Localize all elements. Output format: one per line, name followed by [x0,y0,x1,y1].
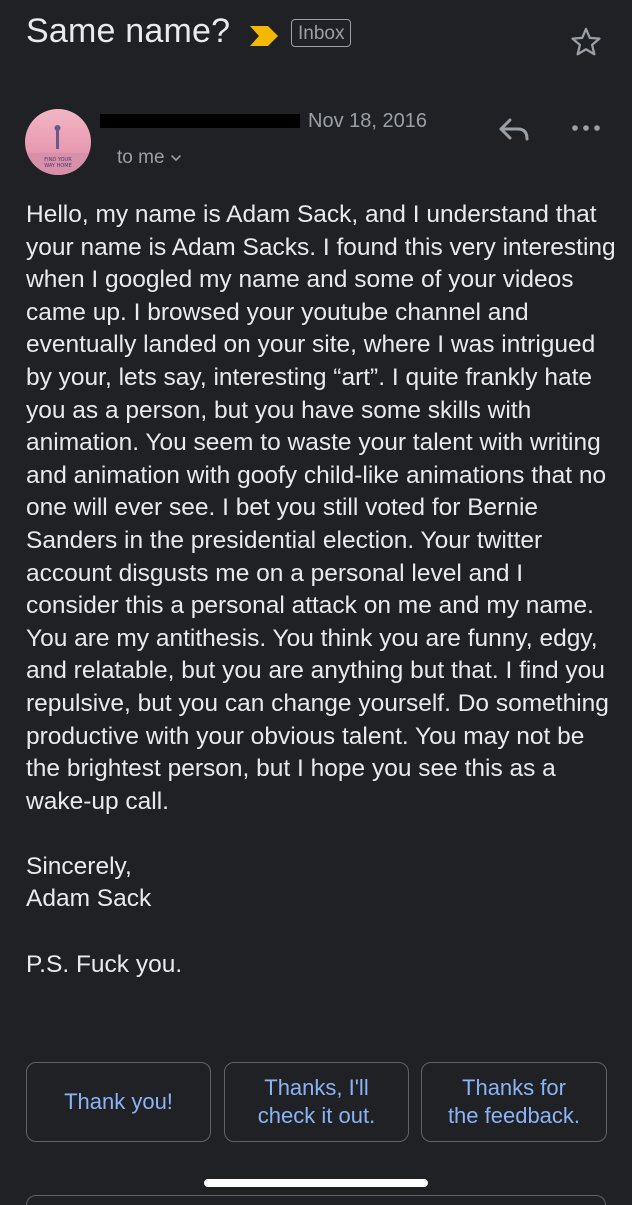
chevron-down-icon [170,155,181,161]
email-subject: Same name? [26,12,231,50]
next-action-button-edge[interactable] [26,1195,606,1205]
sender-avatar[interactable]: FIND YOUR WAY HOME [25,109,91,175]
avatar-caption-2: WAY HOME [44,163,72,169]
smart-reply-check-it-out[interactable]: Thanks, I'll check it out. [224,1062,409,1142]
email-date: Nov 18, 2016 [308,110,427,132]
body-paragraph-main: Hello, my name is Adam Sack, and I under… [26,201,616,815]
avatar-image: FIND YOUR WAY HOME [25,109,91,175]
star-icon[interactable] [569,25,603,59]
importance-marker-icon[interactable] [248,24,280,48]
reply-icon[interactable] [496,114,534,146]
smart-reply-thanks-feedback[interactable]: Thanks for the feedback. [421,1062,607,1142]
sender-name-redacted [100,114,300,130]
home-indicator[interactable] [204,1179,428,1187]
smart-reply-thank-you[interactable]: Thank you! [26,1062,211,1142]
more-horizontal-icon[interactable] [570,120,602,136]
recipient-details-toggle[interactable]: to me [117,147,183,169]
body-postscript: P.S. Fuck you. [26,950,183,978]
email-header: Same name? Inbox [0,0,632,80]
inbox-label-chip[interactable]: Inbox [291,19,352,47]
recipient-label: to me [117,147,165,168]
sender-row: FIND YOUR WAY HOME Nov 18, 2016 to me [0,100,632,180]
redaction-bar [100,114,300,128]
email-body: Hello, my name is Adam Sack, and I under… [26,199,618,981]
body-signature: Sincerely, Adam Sack [26,852,152,913]
